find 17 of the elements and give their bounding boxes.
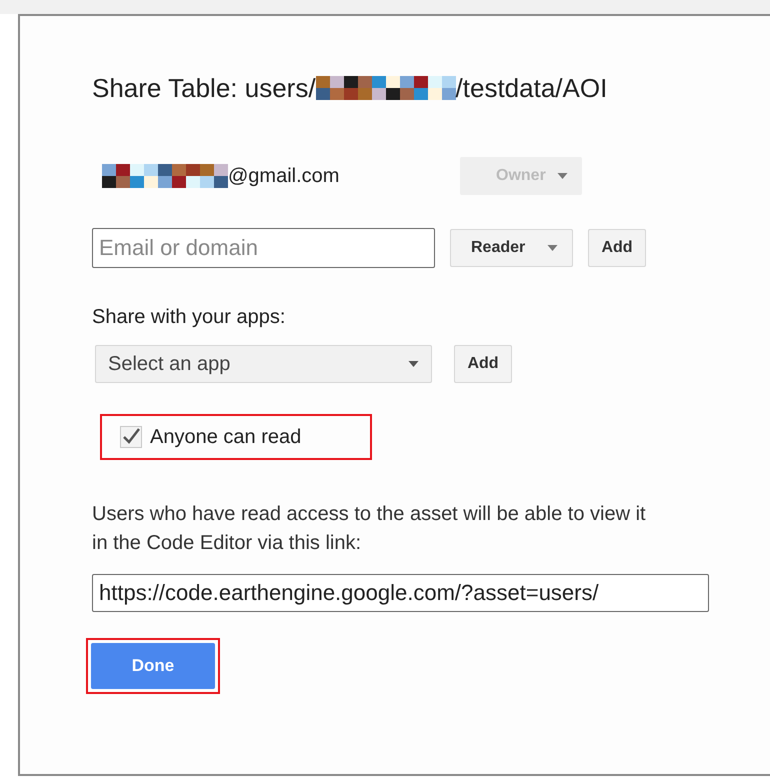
role-dropdown[interactable]: Reader [450, 229, 573, 267]
checkbox[interactable] [120, 426, 142, 448]
caret-icon [547, 245, 558, 251]
dialog-title: Share Table: users/ [92, 72, 316, 104]
section-label: Share with your apps: [92, 305, 286, 329]
add-button[interactable]: Add [588, 229, 646, 267]
info-text: Users who have read access to the asset will be able to view it in the Code Editor via this link: [92, 502, 647, 556]
dialog-title: /testdata/AOI [456, 72, 608, 104]
email-text: @gmail.com [228, 164, 340, 189]
email-input-field[interactable]: Email or domain [92, 228, 435, 268]
done-button[interactable]: Done [91, 643, 215, 689]
checkbox-label: Anyone can read [150, 425, 302, 450]
link-field[interactable]: https://code.earthengine.google.com/?asset=users/ [92, 574, 709, 612]
add-button[interactable]: Add [454, 345, 512, 383]
app-select-dropdown[interactable]: Select an app [95, 345, 432, 383]
caret-icon [557, 173, 568, 179]
caret-icon [408, 361, 419, 367]
